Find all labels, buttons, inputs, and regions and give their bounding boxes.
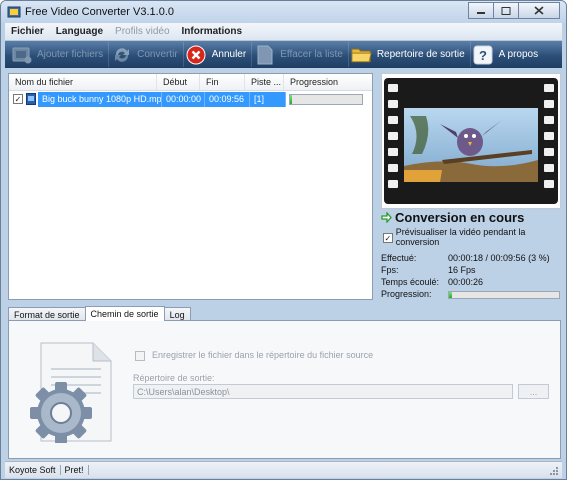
- table-row[interactable]: ✓ Big buck bunny 1080p HD.mp4 00:00:00 0…: [11, 92, 372, 107]
- overall-progress-fill: [449, 292, 453, 298]
- output-directory-button[interactable]: Repertoire de sortie: [349, 42, 471, 67]
- cell-track: [1]: [250, 92, 286, 107]
- clear-list-label: Effacer la liste: [280, 49, 343, 60]
- cancel-icon: [186, 44, 207, 65]
- about-button[interactable]: ? A propos: [471, 42, 543, 67]
- tab-output-path[interactable]: Chemin de sortie: [84, 306, 165, 321]
- check-mark-icon: ✓: [384, 233, 392, 243]
- cell-start: 00:00:00: [162, 92, 205, 107]
- film-strip-icon: [382, 74, 560, 208]
- stat-fps: Fps: 16 Fps: [381, 265, 561, 277]
- svg-text:?: ?: [479, 48, 487, 63]
- menu-bar: Fichier Language Profils vidéo Informati…: [5, 23, 562, 41]
- output-dir-label: Répertoire de sortie:: [133, 373, 215, 383]
- app-window: Free Video Converter V3.1.0.0 Fichier La…: [0, 0, 567, 480]
- conversion-stats: Effectué: 00:00:18 / 00:09:56 (3 %) Fps:…: [381, 253, 561, 301]
- menu-informations[interactable]: Informations: [176, 26, 249, 37]
- tab-strip: Format de sortie Chemin de sortie Log: [8, 306, 191, 321]
- settings-document-icon: [30, 342, 112, 443]
- preview-checkbox[interactable]: ✓: [383, 233, 393, 243]
- row-progress-bar: [289, 94, 363, 105]
- video-preview: [381, 73, 561, 209]
- tab-log[interactable]: Log: [163, 307, 191, 321]
- tab-output-format[interactable]: Format de sortie: [8, 307, 86, 321]
- same-dir-option[interactable]: Enregistrer le fichier dans le répertoir…: [133, 349, 373, 361]
- cancel-label: Annuler: [211, 49, 247, 60]
- status-state: Pret!: [61, 465, 89, 475]
- column-header-progress[interactable]: Progression: [284, 74, 372, 90]
- conversion-status-title: Conversion en cours: [381, 210, 524, 225]
- close-icon: [534, 6, 544, 15]
- same-dir-label: Enregistrer le fichier dans le répertoir…: [152, 350, 374, 360]
- menu-fichier[interactable]: Fichier: [5, 26, 50, 37]
- row-checkbox[interactable]: ✓: [13, 94, 23, 104]
- conversion-status-text: Conversion en cours: [395, 210, 525, 225]
- add-files-label: Ajouter fichiers: [37, 49, 104, 60]
- video-file-icon: [26, 93, 36, 105]
- stat-done-value: 00:00:18 / 00:09:56 (3 %): [448, 253, 550, 263]
- overall-progress-bar: [448, 291, 560, 299]
- check-mark-icon: ✓: [14, 94, 22, 104]
- convert-button[interactable]: Convertir: [109, 42, 184, 67]
- output-dir-field[interactable]: C:\Users\alan\Desktop\: [133, 384, 513, 399]
- column-header-filename[interactable]: Nom du fichier: [9, 74, 157, 90]
- toolbar: Ajouter fichiers Convertir Annuler Effac…: [5, 41, 562, 68]
- close-button[interactable]: [518, 2, 560, 19]
- convert-label: Convertir: [137, 49, 178, 60]
- convert-arrows-icon: [111, 44, 132, 65]
- app-icon: [7, 6, 21, 18]
- resize-grip-icon[interactable]: [549, 466, 559, 476]
- same-dir-checkbox[interactable]: [135, 351, 145, 361]
- stat-progress-label: Progression:: [381, 289, 432, 299]
- menu-profils-video[interactable]: Profils vidéo: [109, 26, 175, 37]
- stat-progress: Progression:: [381, 289, 561, 301]
- arrow-right-icon: [381, 212, 392, 223]
- preview-checkbox-label: Prévisualiser la vidéo pendant la conver…: [395, 227, 526, 247]
- column-header-start[interactable]: Début: [157, 74, 200, 90]
- minimize-icon: [477, 11, 485, 14]
- browse-button[interactable]: ...: [518, 384, 549, 399]
- status-bar: Koyote Soft Pret!: [5, 461, 562, 478]
- stat-elapsed-label: Temps écoulé:: [381, 277, 440, 287]
- stat-fps-value: 16 Fps: [448, 265, 476, 275]
- file-list-header: Nom du fichier Début Fin Piste ... Progr…: [9, 74, 372, 91]
- cell-end: 00:09:56: [205, 92, 250, 107]
- maximize-button[interactable]: [493, 2, 519, 19]
- window-title: Free Video Converter V3.1.0.0: [25, 6, 174, 18]
- maximize-icon: [501, 6, 511, 15]
- column-header-end[interactable]: Fin: [200, 74, 245, 90]
- stat-fps-label: Fps:: [381, 265, 399, 275]
- column-header-track[interactable]: Piste ...: [245, 74, 284, 90]
- help-icon: ?: [473, 44, 494, 65]
- cell-filename: Big buck bunny 1080p HD.mp4: [38, 92, 162, 107]
- title-bar: Free Video Converter V3.1.0.0: [1, 1, 566, 23]
- menu-language[interactable]: Language: [50, 26, 109, 37]
- row-progress-fill: [290, 95, 293, 104]
- output-directory-label: Repertoire de sortie: [376, 49, 465, 60]
- folder-icon: [351, 44, 372, 65]
- output-path-panel: Enregistrer le fichier dans le répertoir…: [8, 320, 561, 459]
- stat-done: Effectué: 00:00:18 / 00:09:56 (3 %): [381, 253, 561, 265]
- stat-elapsed-value: 00:00:26: [448, 277, 484, 287]
- stat-done-label: Effectué:: [381, 253, 417, 263]
- status-company: Koyote Soft: [5, 465, 61, 475]
- film-add-icon: [11, 44, 32, 65]
- cancel-button[interactable]: Annuler: [184, 42, 253, 67]
- stat-elapsed: Temps écoulé: 00:00:26: [381, 277, 561, 289]
- clear-list-button[interactable]: Effacer la liste: [252, 42, 349, 67]
- about-label: A propos: [498, 49, 539, 60]
- minimize-button[interactable]: [468, 2, 494, 19]
- preview-checkbox-row[interactable]: ✓ Prévisualiser la vidéo pendant la conv…: [381, 227, 566, 247]
- document-icon: [254, 44, 275, 65]
- add-files-button[interactable]: Ajouter fichiers: [9, 42, 110, 67]
- file-list: Nom du fichier Début Fin Piste ... Progr…: [8, 73, 373, 300]
